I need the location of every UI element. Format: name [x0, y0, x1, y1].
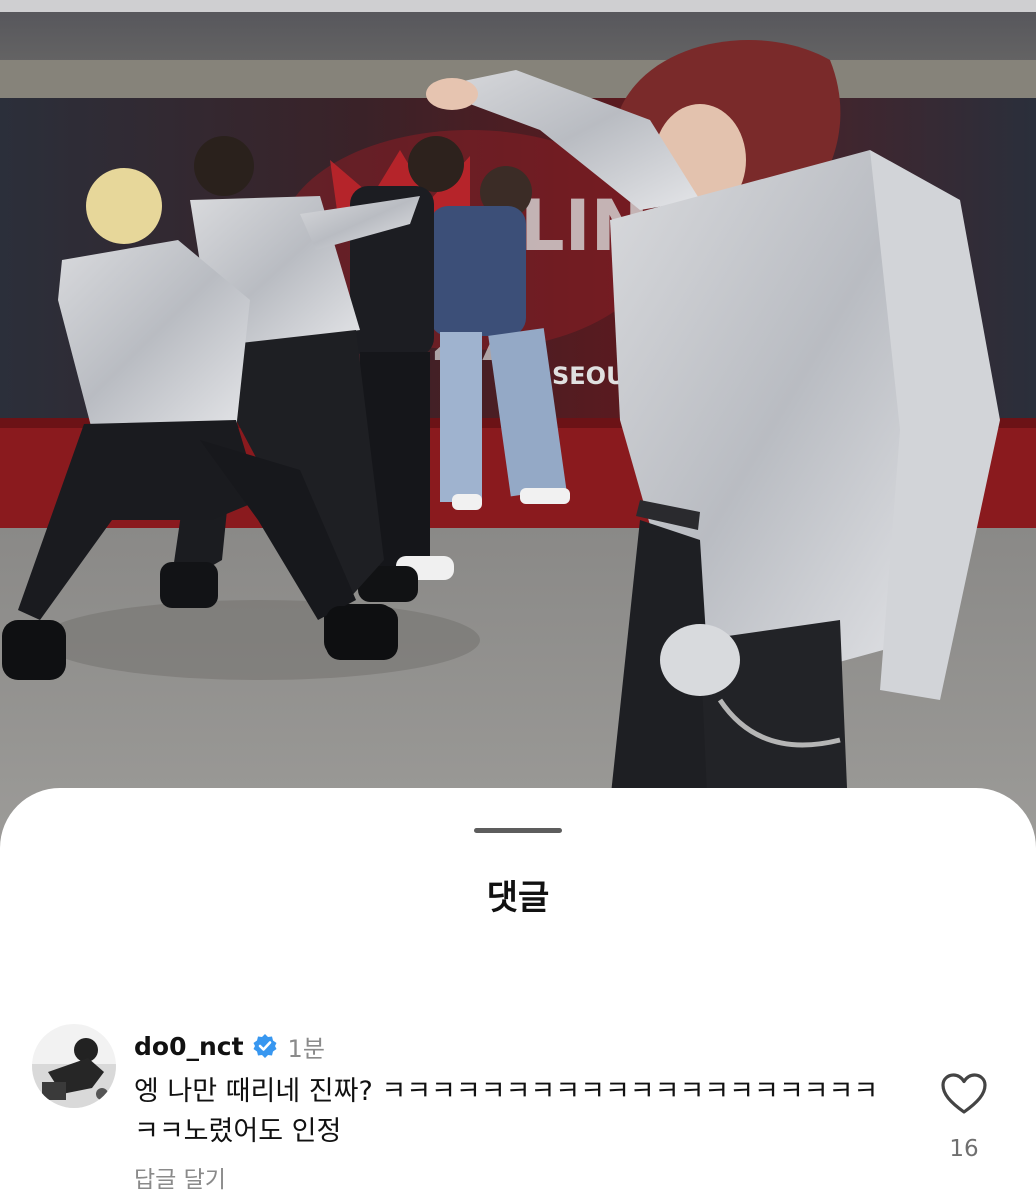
video-scene: LIN 27 SEOU: [0, 0, 1036, 860]
timestamp: 1분: [287, 1034, 325, 1063]
heart-outline-icon[interactable]: [940, 1072, 988, 1116]
comment-text-line-1: 엥 나만 때리네 진짜? ㅋㅋㅋㅋㅋㅋㅋㅋㅋㅋㅋㅋㅋㅋㅋㅋㅋㅋㅋㅋ: [134, 1076, 879, 1107]
comment-header: do0_nct 1분: [134, 1028, 325, 1064]
verified-badge-icon: [253, 1034, 277, 1058]
avatar[interactable]: [32, 1024, 116, 1108]
like-count: 16: [949, 1136, 979, 1162]
comments-sheet: 댓글 do0_nct 1분 엥 나만 때리네 진짜? ㅋㅋㅋㅋㅋㅋㅋㅋㅋㅋㅋㅋㅋ…: [0, 788, 1036, 1200]
drag-handle[interactable]: [474, 828, 562, 833]
username[interactable]: do0_nct: [134, 1032, 244, 1061]
video-frame[interactable]: LIN 27 SEOU: [0, 0, 1036, 860]
comment-text: 엥 나만 때리네 진짜? ㅋㅋㅋㅋㅋㅋㅋㅋㅋㅋㅋㅋㅋㅋㅋㅋㅋㅋㅋㅋ ㅋㅋ노렸어도…: [134, 1072, 894, 1152]
reply-button[interactable]: 답글 달기: [134, 1160, 226, 1194]
backdrop-city: SEOU: [552, 362, 626, 390]
comment-item: do0_nct 1분 엥 나만 때리네 진짜? ㅋㅋㅋㅋㅋㅋㅋㅋㅋㅋㅋㅋㅋㅋㅋㅋ…: [32, 1024, 1012, 1200]
comment-text-line-2: ㅋㅋ노렸어도 인정: [134, 1116, 342, 1147]
sheet-title: 댓글: [486, 878, 550, 918]
